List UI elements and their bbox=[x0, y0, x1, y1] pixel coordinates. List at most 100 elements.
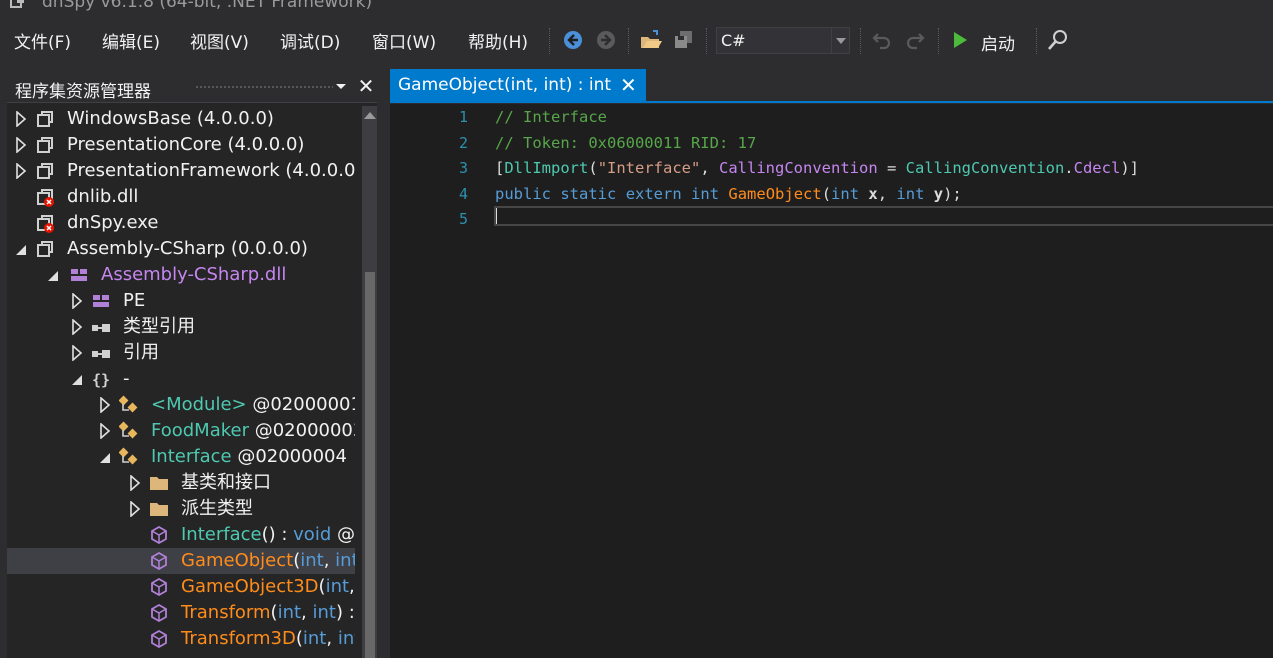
tree-node[interactable]: Assembly-CSharp (0.0.0.0) bbox=[7, 236, 355, 262]
tree-node[interactable]: dnlib.dll bbox=[7, 184, 355, 210]
expand-arrow-icon[interactable] bbox=[99, 423, 111, 439]
tree-node-label: 引用 bbox=[123, 341, 159, 365]
expand-arrow-icon[interactable] bbox=[71, 345, 83, 361]
tree-node-label: GameObject(int, int) bbox=[181, 549, 355, 573]
tree-node[interactable]: PresentationCore (4.0.0.0) bbox=[7, 132, 355, 158]
tree-node-signature: , bbox=[349, 576, 355, 597]
tree-node[interactable]: Interface @02000004 bbox=[7, 444, 355, 470]
panel-grip[interactable] bbox=[195, 85, 333, 90]
expand-arrow-icon[interactable] bbox=[71, 293, 83, 309]
search-button[interactable] bbox=[1045, 27, 1071, 53]
tree-node-name: Assembly-CSharp bbox=[67, 238, 226, 259]
tree-node[interactable]: {} - bbox=[7, 366, 355, 392]
tree-node[interactable]: Interface() : void @0 bbox=[7, 522, 355, 548]
references-icon bbox=[92, 350, 110, 358]
tree-node[interactable]: Transform3D(int, int bbox=[7, 626, 355, 652]
tree-node[interactable]: FoodMaker @02000003 bbox=[7, 418, 355, 444]
save-all-button[interactable] bbox=[671, 27, 697, 53]
menu-debug[interactable]: 调试(D) bbox=[280, 28, 340, 53]
menu-window[interactable]: 窗口(W) bbox=[372, 28, 436, 53]
expand-arrow-icon[interactable] bbox=[129, 475, 141, 491]
code-token: extern bbox=[625, 184, 682, 203]
code-token[interactable]: GameObject bbox=[728, 185, 821, 203]
navigate-back-button[interactable] bbox=[560, 27, 586, 53]
code-token: x bbox=[868, 184, 878, 203]
expand-arrow-icon[interactable] bbox=[71, 319, 83, 335]
vertical-scrollbar[interactable] bbox=[362, 106, 377, 658]
code-token[interactable]: DllImport bbox=[504, 159, 588, 177]
tree-node-signature: ( bbox=[318, 576, 326, 597]
tree-node-label: WindowsBase (4.0.0.0) bbox=[67, 107, 274, 131]
search-icon bbox=[1048, 30, 1067, 50]
toolbar-separator bbox=[1036, 28, 1037, 54]
tree-node[interactable]: <Module> @02000001 bbox=[7, 392, 355, 418]
menu-edit[interactable]: 编辑(E) bbox=[102, 28, 160, 53]
code-line: [DllImport("Interface", CallingConventio… bbox=[495, 159, 1139, 177]
tree-node[interactable]: GameObject(int, int) bbox=[7, 548, 355, 574]
expand-arrow-icon[interactable] bbox=[15, 163, 27, 179]
expand-arrow-icon[interactable] bbox=[15, 137, 27, 153]
tree-node[interactable]: PE bbox=[7, 288, 355, 314]
tree-node-signature: ) : i bbox=[335, 602, 355, 623]
tree-node[interactable]: 类型引用 bbox=[7, 314, 355, 340]
tree-node[interactable]: WindowsBase (4.0.0.0) bbox=[7, 106, 355, 132]
menu-help[interactable]: 帮助(H) bbox=[468, 28, 528, 53]
collapse-arrow-icon[interactable] bbox=[47, 267, 59, 283]
expand-arrow-icon[interactable] bbox=[99, 397, 111, 413]
forward-arrow-icon bbox=[597, 31, 615, 49]
code-token[interactable]: Cdecl bbox=[1074, 159, 1121, 177]
chevron-down-icon[interactable] bbox=[831, 28, 849, 53]
tree-node-label: Interface @02000004 bbox=[151, 445, 347, 469]
tab-gameobject[interactable]: GameObject(int, int) : int ✕ bbox=[390, 69, 646, 102]
assembly-icon bbox=[37, 241, 53, 257]
assembly-explorer-title: 程序集资源管理器 bbox=[15, 82, 151, 102]
app-icon bbox=[10, 0, 24, 8]
start-label[interactable]: 启动 bbox=[981, 30, 1015, 55]
tree-node-label: Transform(int, int) : i bbox=[181, 601, 355, 625]
tree-node[interactable]: 派生类型 bbox=[7, 496, 355, 522]
open-button[interactable] bbox=[638, 27, 664, 53]
collapse-arrow-icon[interactable] bbox=[99, 449, 111, 465]
code-token: , bbox=[877, 184, 897, 203]
close-icon[interactable]: ✕ bbox=[356, 74, 376, 98]
tree-node[interactable]: Transform(int, int) : i bbox=[7, 600, 355, 626]
code-token: int bbox=[896, 184, 925, 203]
line-number: 4 bbox=[458, 184, 468, 203]
chevron-down-icon[interactable] bbox=[333, 76, 349, 96]
tree-node[interactable]: Assembly-CSharp.dll bbox=[7, 262, 355, 288]
tree-node[interactable]: PresentationFramework (4.0.0.0) bbox=[7, 158, 355, 184]
code-token[interactable]: CallingConvention bbox=[719, 159, 878, 177]
tree-node[interactable]: GameObject3D(int, i bbox=[7, 574, 355, 600]
code-editor[interactable]: 1 2 3 4 5 // Interface // Token: 0x06000011 RI… bbox=[390, 104, 1273, 658]
namespace-icon: {} bbox=[92, 371, 110, 389]
menu-file[interactable]: 文件(F) bbox=[14, 28, 71, 53]
collapse-arrow-icon[interactable] bbox=[71, 371, 83, 387]
expand-arrow-icon[interactable] bbox=[129, 501, 141, 517]
code-token: static bbox=[560, 184, 617, 203]
language-select[interactable]: C# bbox=[716, 27, 850, 54]
toolbar-separator bbox=[938, 28, 939, 54]
toolbar-separator bbox=[549, 28, 550, 54]
menu-view[interactable]: 视图(V) bbox=[190, 28, 249, 53]
navigate-forward-button[interactable] bbox=[593, 27, 619, 53]
title-bar: dnSpy v6.1.8 (64-bit, .NET Framework) bbox=[0, 0, 1273, 14]
tree-node[interactable]: 基类和接口 bbox=[7, 470, 355, 496]
language-value: C# bbox=[721, 31, 746, 50]
scroll-up-icon[interactable] bbox=[364, 112, 376, 119]
undo-button[interactable] bbox=[869, 27, 895, 53]
tree-node-signature: () : bbox=[261, 524, 294, 545]
code-token[interactable]: CallingConvention bbox=[906, 159, 1065, 177]
tree-node-name: 派生类型 bbox=[181, 498, 253, 519]
close-icon[interactable]: ✕ bbox=[620, 73, 637, 97]
tree-node[interactable]: dnSpy.exe bbox=[7, 210, 355, 236]
tree-node-label: dnlib.dll bbox=[67, 185, 138, 209]
line-number: 1 bbox=[458, 108, 468, 126]
collapse-arrow-icon[interactable] bbox=[15, 241, 27, 257]
redo-button[interactable] bbox=[902, 27, 928, 53]
tree-node[interactable]: 引用 bbox=[7, 340, 355, 366]
tree-node-signature: , bbox=[301, 602, 313, 623]
tree-node-label: Assembly-CSharp.dll bbox=[101, 263, 286, 287]
start-button[interactable] bbox=[947, 27, 973, 53]
expand-arrow-icon[interactable] bbox=[15, 111, 27, 127]
scrollbar-thumb[interactable] bbox=[365, 272, 375, 658]
